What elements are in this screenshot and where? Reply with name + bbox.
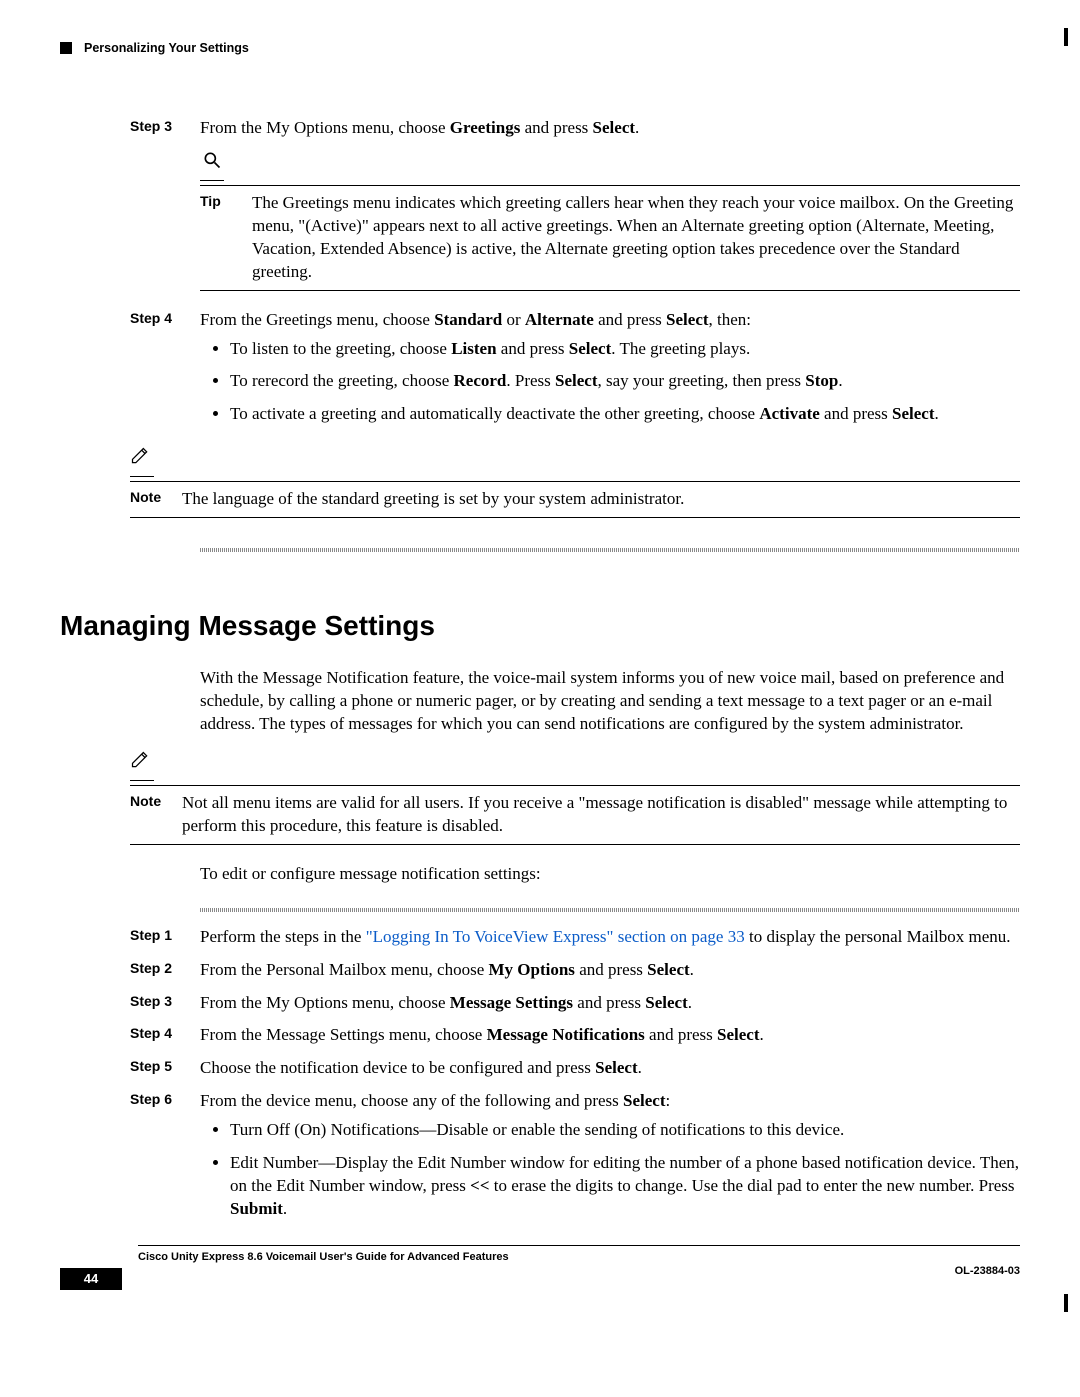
crop-mark-top [1064, 28, 1068, 46]
xref-link[interactable]: "Logging In To VoiceView Express" sectio… [366, 927, 745, 946]
crop-mark-bottom [1064, 1294, 1068, 1312]
header-square-icon [60, 42, 72, 54]
note-icon [130, 446, 154, 477]
page: Personalizing Your Settings Step 3 From … [0, 0, 1080, 1330]
doc-id: OL-23884-03 [955, 1264, 1020, 1279]
note-1: Note The language of the standard greeti… [60, 446, 1020, 518]
step-3-label: Step 3 [130, 117, 200, 140]
section-separator [200, 548, 1020, 552]
content-area: Step 3 From the My Options menu, choose … [130, 117, 1020, 436]
step-4-text: From the Greetings menu, choose Standard… [200, 309, 1020, 437]
s6-list: Turn Off (On) Notifications—Disable or e… [200, 1119, 1020, 1221]
s2-row: Step 2 From the Personal Mailbox menu, c… [130, 959, 1020, 982]
lead-text: To edit or configure message notificatio… [200, 863, 1020, 886]
s4-text: From the Message Settings menu, choose M… [200, 1024, 1020, 1047]
magnify-icon [202, 150, 222, 170]
s3-row: Step 3 From the My Options menu, choose … [130, 992, 1020, 1015]
tip-label: Tip [200, 192, 252, 284]
section-intro: With the Message Notification feature, t… [200, 667, 1020, 736]
s1-label: Step 1 [130, 926, 200, 949]
list-item: To rerecord the greeting, choose Record.… [230, 370, 1020, 393]
tip-text: The Greetings menu indicates which greet… [252, 192, 1020, 284]
step-4-label: Step 4 [130, 309, 200, 437]
note-2-body: Note Not all menu items are valid for al… [130, 785, 1020, 845]
note-1-body: Note The language of the standard greeti… [130, 481, 1020, 518]
steps-block-2: Step 1 Perform the steps in the "Logging… [130, 926, 1020, 1231]
pencil-icon [130, 750, 150, 770]
s6-row: Step 6 From the device menu, choose any … [130, 1090, 1020, 1231]
note-2-text: Not all menu items are valid for all use… [182, 792, 1020, 838]
note-1-text: The language of the standard greeting is… [182, 488, 1020, 511]
step-3-text: From the My Options menu, choose Greetin… [200, 117, 1020, 140]
s1-row: Step 1 Perform the steps in the "Logging… [130, 926, 1020, 949]
s1-text: Perform the steps in the "Logging In To … [200, 926, 1020, 949]
steps-separator [200, 908, 1020, 912]
list-item: To listen to the greeting, choose Listen… [230, 338, 1020, 361]
footer-rule [138, 1245, 1020, 1246]
s5-text: Choose the notification device to be con… [200, 1057, 1020, 1080]
chapter-title: Personalizing Your Settings [84, 40, 249, 57]
s4-row: Step 4 From the Message Settings menu, c… [130, 1024, 1020, 1047]
running-header: Personalizing Your Settings [60, 40, 1020, 57]
note-2-label: Note [130, 792, 182, 838]
s3-label: Step 3 [130, 992, 200, 1015]
s6-label: Step 6 [130, 1090, 200, 1231]
tip-callout: Tip The Greetings menu indicates which g… [200, 150, 1020, 291]
page-footer: Cisco Unity Express 8.6 Voicemail User's… [60, 1245, 1020, 1290]
list-item: Edit Number—Display the Edit Number wind… [230, 1152, 1020, 1221]
s5-row: Step 5 Choose the notification device to… [130, 1057, 1020, 1080]
tip-body: Tip The Greetings menu indicates which g… [200, 185, 1020, 291]
s2-label: Step 2 [130, 959, 200, 982]
s6-text: From the device menu, choose any of the … [200, 1090, 1020, 1231]
pencil-icon [130, 446, 150, 466]
step-3-row: Step 3 From the My Options menu, choose … [130, 117, 1020, 140]
footer-doc-title: Cisco Unity Express 8.6 Voicemail User's… [138, 1250, 1020, 1265]
list-item: Turn Off (On) Notifications—Disable or e… [230, 1119, 1020, 1142]
note-1-label: Note [130, 488, 182, 511]
list-item: To activate a greeting and automatically… [230, 403, 1020, 426]
s4-label: Step 4 [130, 1024, 200, 1047]
s5-label: Step 5 [130, 1057, 200, 1080]
s2-text: From the Personal Mailbox menu, choose M… [200, 959, 1020, 982]
section-heading: Managing Message Settings [60, 607, 1020, 645]
page-number: 44 [60, 1268, 122, 1290]
s3-text: From the My Options menu, choose Message… [200, 992, 1020, 1015]
note-icon [130, 750, 154, 781]
note-2: Note Not all menu items are valid for al… [60, 750, 1020, 845]
step-4-list: To listen to the greeting, choose Listen… [200, 338, 1020, 427]
step-4-row: Step 4 From the Greetings menu, choose S… [130, 309, 1020, 437]
tip-icon [200, 150, 224, 181]
